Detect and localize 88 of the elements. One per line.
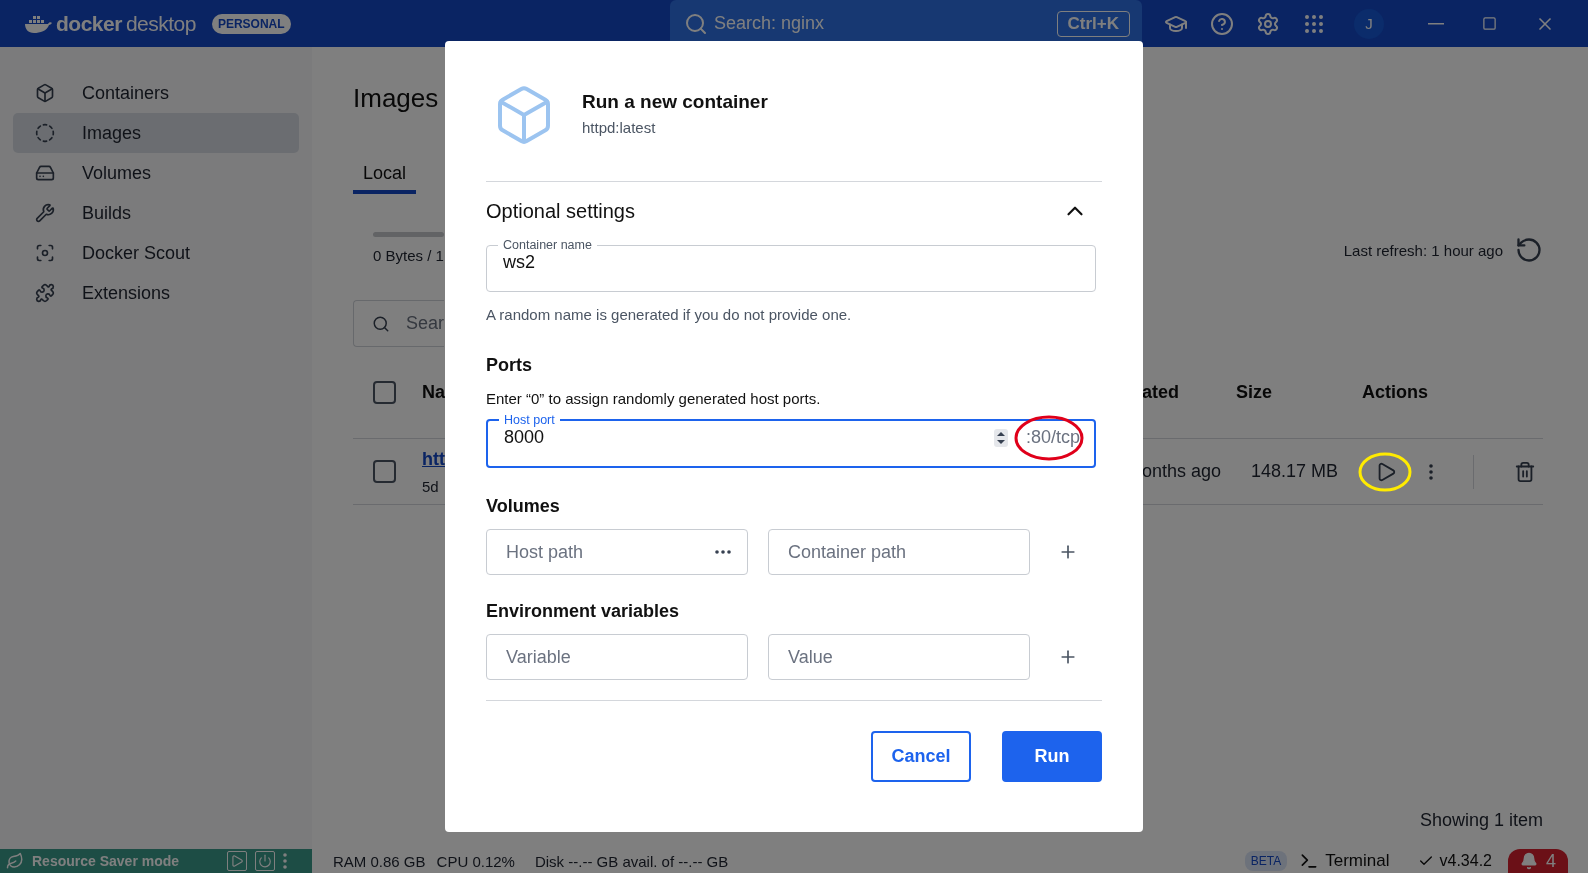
ellipsis-icon	[715, 550, 731, 554]
trash-icon	[1514, 460, 1536, 483]
play-icon	[230, 854, 245, 868]
image-name-link[interactable]: htt	[422, 448, 445, 470]
product-name: desktop	[125, 11, 196, 36]
beta-badge: BETA	[1244, 851, 1288, 871]
sidebar-item[interactable]: Containers	[13, 73, 299, 113]
power-button[interactable]	[255, 851, 276, 871]
focus-icon	[35, 243, 55, 263]
wrench-icon	[35, 203, 55, 223]
minimize-icon	[1428, 22, 1444, 25]
sidebar-item[interactable]: Images	[13, 113, 299, 153]
drive-icon	[35, 163, 55, 183]
column-header: ated	[1142, 382, 1180, 403]
host-port-field[interactable]: Host port 8000 :80/tcp	[486, 413, 1096, 468]
refresh-icon	[1515, 236, 1543, 264]
power-icon	[258, 854, 273, 868]
more-icon	[1429, 463, 1433, 480]
terminal-button[interactable]: Terminal	[1293, 850, 1396, 872]
browse-button[interactable]	[715, 550, 731, 554]
column-header: Na	[422, 382, 445, 403]
ports-hint: Enter “0” to assign randomly generated host ports.	[486, 390, 822, 407]
dashed-circle-icon	[35, 123, 55, 143]
plan-badge: PERSONAL	[211, 13, 291, 34]
more-button[interactable]	[1429, 463, 1433, 480]
page-title: Images	[353, 83, 440, 113]
resume-button[interactable]	[227, 851, 248, 871]
container-path-field[interactable]: Container path	[768, 529, 1030, 575]
sidebar-item[interactable]: Docker Scout	[13, 233, 299, 273]
storage-text: 0 Bytes / 1	[372, 247, 444, 264]
maximize-button[interactable]	[1482, 16, 1497, 31]
disk-usage: Disk --.-- GB avail. of --.-- GB	[534, 852, 729, 870]
search-field[interactable]: Sear	[353, 300, 444, 347]
more-icon	[283, 853, 288, 869]
field-label: Container name	[502, 238, 593, 252]
menu-button[interactable]	[283, 853, 288, 869]
brand-name: docker	[56, 11, 122, 36]
resource-saver-label: Resource Saver mode	[32, 853, 180, 869]
cancel-button[interactable]: Cancel	[871, 731, 971, 782]
column-header: Size	[1236, 382, 1274, 403]
whale-logo	[24, 13, 52, 34]
storage-bar	[373, 232, 444, 237]
section-heading: Volumes	[486, 496, 561, 517]
value-field[interactable]: Value	[768, 634, 1030, 680]
help-button[interactable]	[1210, 11, 1234, 36]
field-label: Host port	[503, 413, 556, 427]
settings-icon	[1256, 11, 1280, 36]
search-icon	[684, 11, 708, 36]
user-avatar[interactable]: J	[1354, 8, 1384, 39]
run-button[interactable]: Run	[1002, 731, 1102, 782]
variable-field[interactable]: Variable	[486, 634, 748, 680]
ram-usage: RAM 0.86 GB	[333, 852, 426, 870]
notifications-button[interactable]: 4	[1508, 849, 1568, 873]
table-cell-text: 148.17 MB	[1251, 461, 1340, 482]
cube-icon	[35, 83, 55, 103]
delete-button[interactable]	[1514, 460, 1536, 483]
leaf-icon	[6, 852, 24, 870]
table-cell-text: onths ago	[1142, 461, 1223, 482]
port-suffix: :80/tcp	[1025, 427, 1080, 448]
bell-icon	[1520, 852, 1538, 870]
item-count: Showing 1 item	[1419, 810, 1543, 831]
minimize-button[interactable]	[1428, 22, 1444, 25]
dialog-subtitle: httpd:latest	[582, 118, 657, 136]
optional-settings-toggle[interactable]: Optional settings	[486, 198, 1102, 224]
sidebar-item[interactable]: Builds	[13, 193, 299, 233]
puzzle-icon	[35, 283, 55, 303]
help-icon	[1210, 11, 1234, 36]
tab[interactable]: Local	[353, 157, 417, 194]
sidebar-item[interactable]: Extensions	[13, 273, 299, 313]
column-header: Actions	[1362, 382, 1429, 403]
settings-button[interactable]	[1256, 11, 1280, 36]
refresh-button[interactable]	[1515, 236, 1543, 264]
host-path-field[interactable]: Host path	[486, 529, 748, 575]
dialog-title: Run a new container	[582, 90, 768, 113]
last-refresh-text: Last refresh: 1 hour ago	[1343, 241, 1503, 259]
sidebar-item[interactable]: Volumes	[13, 153, 299, 193]
row-checkbox[interactable]	[373, 460, 396, 483]
section-heading: Environment variables	[486, 601, 681, 622]
stepper-icon[interactable]	[993, 428, 1008, 447]
version-label: v4.34.2	[1417, 852, 1492, 870]
field-hint: A random name is generated if you do not provide one.	[486, 306, 853, 323]
cpu-usage: CPU 0.12%	[436, 852, 515, 870]
image-id: 5d	[422, 477, 440, 495]
container-name-field[interactable]: Container name ws2	[486, 238, 1096, 292]
section-heading: Ports	[486, 355, 533, 376]
select-all-checkbox[interactable]	[373, 381, 396, 404]
maximize-icon	[1482, 16, 1497, 31]
shortcut-key: Ctrl+K	[1056, 10, 1130, 37]
